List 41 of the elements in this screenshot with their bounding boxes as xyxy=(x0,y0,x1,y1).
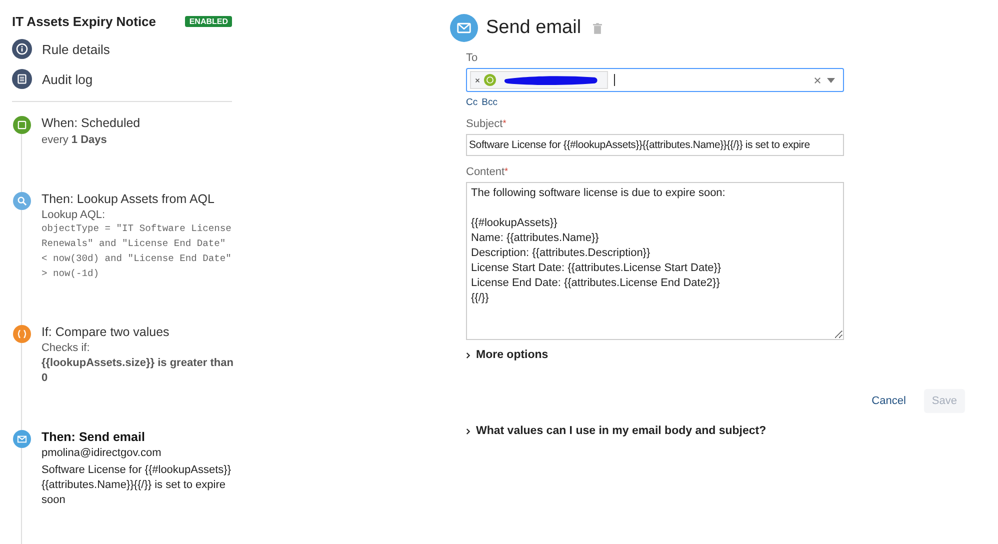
editor-title: Send email xyxy=(486,17,582,39)
nav-item[interactable]: Audit log xyxy=(12,69,236,89)
step-detail: {{lookupAssets.size}} is greater than 0 xyxy=(41,356,234,386)
step-title[interactable]: Then: Lookup Assets from AQL xyxy=(41,192,236,206)
query-code: objectType = "IT Software License Renewals" and "License End Date" < now(30d) and "License End Date" > now(-1d) xyxy=(41,222,232,281)
step-label: Checks if: xyxy=(41,342,91,354)
step-detail: pmolina@idirectgov.com xyxy=(41,446,162,461)
step-detail: every 1 Days xyxy=(41,133,108,148)
subject-field[interactable]: Software License for {{#lookupAssets}}{{attributes.Name}}{{/}} is set to expire xyxy=(466,134,844,156)
avatar-icon xyxy=(484,74,496,86)
clear-icon[interactable] xyxy=(814,76,821,84)
chevron-icon xyxy=(466,428,471,434)
info-icon xyxy=(12,39,32,59)
step-title[interactable]: If: Compare two values xyxy=(41,325,236,339)
nav-item[interactable]: Rule details xyxy=(12,39,236,59)
cancel-button[interactable]: Cancel xyxy=(864,389,914,413)
status-badge: ENABLED xyxy=(185,16,232,27)
step-label: Lookup AQL: xyxy=(41,209,106,221)
envelope-icon xyxy=(12,430,31,448)
field-label: Content* xyxy=(466,166,510,178)
content-field[interactable]: The following software license is due to expire soon: {{#lookupAssets}} Name: {{attributes.Name}} Description: {{attributes.Description}} License Start Date: {{attributes.License Start Date}} License End Date: {{attributes.License End Date2}} {{/}} xyxy=(466,182,844,340)
copy-link[interactable]: Bcc xyxy=(482,97,498,108)
dropdown-caret-icon[interactable] xyxy=(827,78,835,82)
recipient-chip[interactable] xyxy=(470,71,608,89)
help-toggle[interactable]: What values can I use in my email body and subject? xyxy=(466,425,766,437)
recipient-field[interactable] xyxy=(466,68,844,92)
more-options-toggle[interactable]: More options xyxy=(466,349,548,361)
document-icon xyxy=(12,69,32,89)
calendar-icon xyxy=(12,116,31,134)
step-detail: Software License for {{#lookupAssets}} {{attributes.Name}}{{/}} is set to expire soon xyxy=(41,463,232,508)
chevron-icon xyxy=(466,352,471,358)
copy-link[interactable]: Cc xyxy=(466,97,478,108)
envelope-icon xyxy=(450,14,478,42)
search-icon xyxy=(12,192,31,210)
braces-icon xyxy=(12,325,31,343)
rule-title: IT Assets Expiry Notice xyxy=(12,14,156,29)
step-title[interactable]: When: Scheduled xyxy=(41,116,236,130)
field-label: To xyxy=(466,52,479,64)
step-title[interactable]: Then: Send email xyxy=(41,430,236,444)
remove-icon[interactable] xyxy=(474,76,481,84)
field-label: Subject* xyxy=(466,118,508,130)
